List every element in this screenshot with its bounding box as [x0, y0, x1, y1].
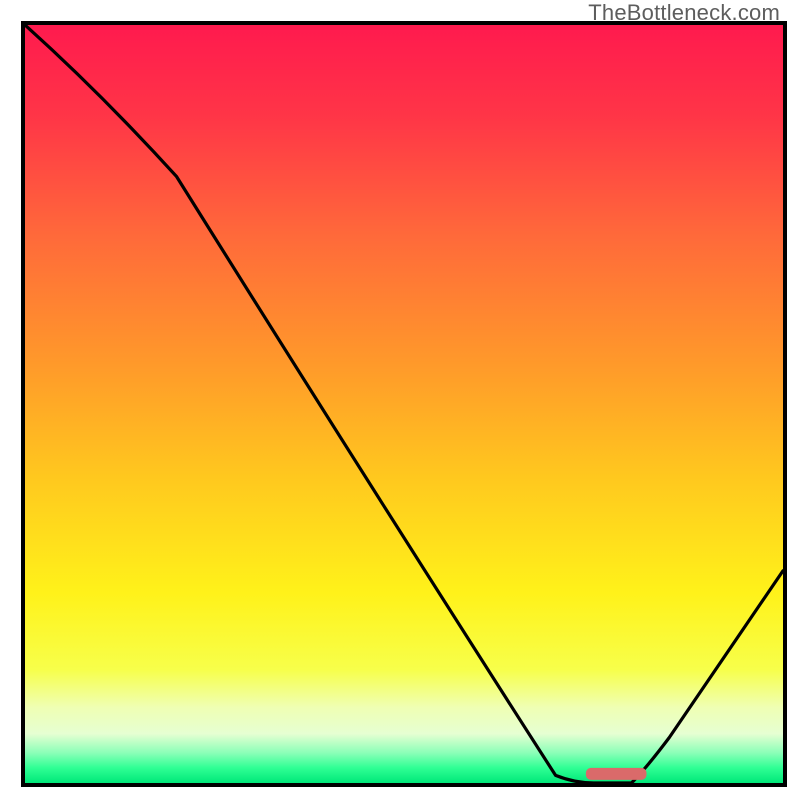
chart-frame: TheBottleneck.com	[0, 0, 800, 800]
optimal-zone-marker	[586, 768, 647, 780]
plot-area	[21, 21, 787, 787]
chart-svg	[25, 25, 783, 783]
gradient-backdrop	[25, 25, 783, 783]
